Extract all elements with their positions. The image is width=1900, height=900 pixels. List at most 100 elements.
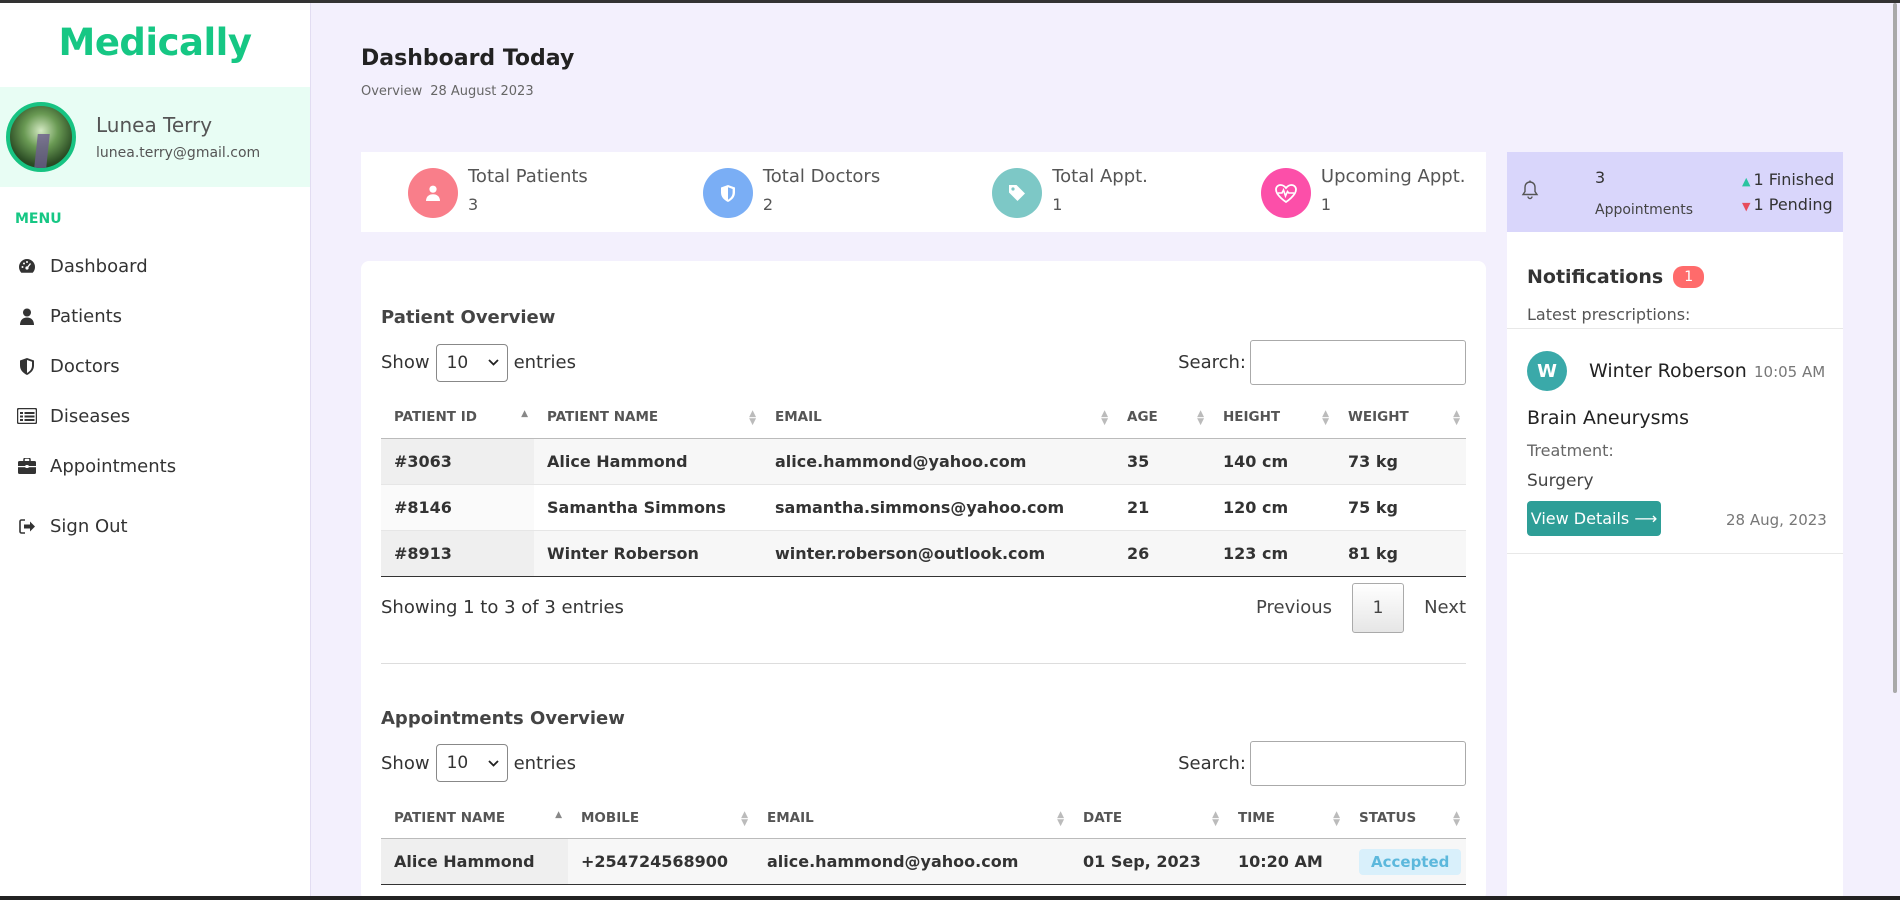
- cell-patient-name: Samantha Simmons: [534, 484, 762, 531]
- sidebar-item-appointments[interactable]: Appointments: [0, 441, 310, 491]
- column-header-mobile[interactable]: MOBILE ▲ ▼: [568, 797, 754, 839]
- next-button[interactable]: Next: [1424, 597, 1466, 618]
- pagination: Previous 1 Next: [1256, 582, 1466, 633]
- cell-age: 26: [1114, 530, 1210, 577]
- column-header-patient-id[interactable]: PATIENT ID ▲: [381, 397, 534, 439]
- column-header-email[interactable]: EMAIL ▲ ▼: [754, 797, 1070, 839]
- menu-label: MENU: [15, 211, 62, 227]
- breadcrumb: Overview 28 August 2023: [361, 84, 542, 99]
- stat-value: 2: [762, 195, 773, 214]
- search-input[interactable]: [1250, 740, 1466, 786]
- column-header-age[interactable]: AGE ▲ ▼: [1114, 397, 1210, 439]
- page-1-button[interactable]: 1: [1352, 582, 1405, 633]
- column-header-date[interactable]: DATE ▲ ▼: [1070, 797, 1225, 839]
- table-row[interactable]: #3063 Alice Hammond alice.hammond@yahoo.…: [381, 438, 1466, 485]
- appointments-summary-card[interactable]: 3 Appointments ▲ 1 Finished ▼ 1 Pending: [1507, 152, 1843, 232]
- cell-time: 10:20 AM: [1225, 838, 1346, 885]
- user-profile[interactable]: Lunea Terry lunea.terry@gmail.com: [0, 87, 310, 187]
- stat-label: Total Appt.: [1052, 166, 1148, 187]
- patient-overview-title: Patient Overview: [381, 307, 556, 328]
- column-header-patient-name[interactable]: PATIENT NAME ▲: [381, 797, 568, 839]
- view-details-button[interactable]: View Details ⟶: [1527, 501, 1661, 536]
- page-size-select[interactable]: 10: [435, 343, 508, 382]
- stat-value: 1: [1052, 195, 1063, 214]
- page-size-select[interactable]: 10: [435, 744, 508, 782]
- patient-search: Search:: [1178, 340, 1466, 385]
- search-label: Search:: [1178, 352, 1246, 373]
- table-row[interactable]: Alice Hammond +254724568900 alice.hammon…: [381, 838, 1466, 885]
- sign-out-button[interactable]: Sign Out: [0, 501, 310, 551]
- show-label: Show: [381, 352, 430, 373]
- right-panel: 3 Appointments ▲ 1 Finished ▼ 1 Pending No…: [1507, 152, 1843, 900]
- breadcrumb-overview[interactable]: Overview: [361, 84, 422, 99]
- column-header-status[interactable]: STATUS ▲ ▼: [1346, 797, 1466, 839]
- sort-icon: ▲ ▼: [1322, 409, 1329, 427]
- column-header-email[interactable]: EMAIL ▲ ▼: [762, 397, 1114, 439]
- column-header-label: STATUS: [1359, 809, 1417, 826]
- cell-weight: 81 kg: [1335, 530, 1466, 577]
- cell-weight: 75 kg: [1335, 484, 1466, 531]
- sidebar-nav: Dashboard Patients Doctors Diseases Appo…: [0, 241, 310, 551]
- column-header-weight[interactable]: WEIGHT ▲ ▼: [1335, 397, 1466, 439]
- sign-out-icon: [16, 517, 38, 535]
- previous-button[interactable]: Previous: [1256, 597, 1332, 618]
- notification-date: 28 Aug, 2023: [1726, 511, 1827, 529]
- column-header-label: DATE: [1083, 809, 1123, 826]
- entries-label: entries: [513, 752, 576, 774]
- shield-icon: [702, 168, 753, 218]
- column-header-label: EMAIL: [775, 409, 822, 426]
- cell-email: alice.hammond@yahoo.com: [754, 838, 1070, 885]
- notification-time: 10:05 AM: [1754, 363, 1826, 381]
- column-header-height[interactable]: HEIGHT ▲ ▼: [1210, 397, 1335, 439]
- stat-total-appt[interactable]: Total Appt. 1: [992, 166, 1148, 218]
- column-header-label: EMAIL: [767, 809, 814, 826]
- stat-upcoming-appt[interactable]: Upcoming Appt. 1: [1260, 166, 1466, 218]
- sort-icon: ▲ ▼: [741, 809, 748, 828]
- appointment-table-controls: Show 10 entries Search:: [381, 740, 1466, 786]
- cell-patient-id: #8146: [381, 484, 534, 531]
- brand-logo[interactable]: Medically: [0, 3, 310, 87]
- column-header-label: PATIENT NAME: [547, 409, 659, 426]
- column-header-label: AGE: [1127, 409, 1158, 426]
- patient-table-footer: Showing 1 to 3 of 3 entries Previous 1 N…: [381, 582, 1466, 633]
- notification-patient-name: Winter Roberson: [1589, 360, 1747, 382]
- search-input[interactable]: [1250, 340, 1466, 385]
- avatar: W: [1527, 351, 1567, 391]
- column-header-label: TIME: [1238, 809, 1275, 826]
- sort-icon: ▲: [521, 409, 528, 419]
- page-scrollbar[interactable]: [1893, 3, 1897, 693]
- pending-count: ▼ 1 Pending: [1742, 195, 1833, 214]
- column-header-time[interactable]: TIME ▲ ▼: [1225, 797, 1346, 839]
- gauge-icon: [16, 257, 38, 275]
- notification-diagnosis: Brain Aneurysms: [1527, 407, 1689, 429]
- profile-email: lunea.terry@gmail.com: [96, 145, 261, 161]
- cell-height: 123 cm: [1210, 530, 1335, 577]
- patient-table-controls: Show 10 entries Search:: [381, 340, 1466, 385]
- cell-patient-id: #8913: [381, 530, 534, 577]
- treatment-value: Surgery: [1527, 471, 1594, 491]
- sidebar-item-patients[interactable]: Patients: [0, 291, 310, 341]
- notification-count-badge: 1: [1673, 266, 1705, 288]
- stat-total-doctors[interactable]: Total Doctors 2: [702, 166, 880, 218]
- sidebar-item-label: Dashboard: [50, 255, 148, 277]
- appointment-search: Search:: [1178, 740, 1466, 786]
- sidebar-item-dashboard[interactable]: Dashboard: [0, 241, 310, 291]
- cell-age: 35: [1114, 438, 1210, 485]
- sidebar-item-doctors[interactable]: Doctors: [0, 341, 310, 391]
- user-icon: [16, 307, 38, 325]
- cell-email: winter.roberson@outlook.com: [762, 530, 1114, 577]
- table-row[interactable]: #8146 Samantha Simmons samantha.simmons@…: [381, 484, 1466, 531]
- stat-total-patients[interactable]: Total Patients 3: [408, 166, 588, 218]
- table-row[interactable]: #8913 Winter Roberson winter.roberson@ou…: [381, 530, 1466, 577]
- latest-prescriptions-label: Latest prescriptions:: [1527, 305, 1691, 324]
- avatar[interactable]: [6, 102, 76, 172]
- caret-down-icon: ▼: [1742, 200, 1751, 213]
- column-header-patient-name[interactable]: PATIENT NAME ▲ ▼: [534, 397, 762, 439]
- sidebar-item-label: Doctors: [50, 355, 120, 377]
- sidebar-item-diseases[interactable]: Diseases: [0, 391, 310, 441]
- cell-patient-name: Alice Hammond: [381, 838, 568, 885]
- stat-label: Upcoming Appt.: [1320, 166, 1466, 187]
- cell-email: alice.hammond@yahoo.com: [762, 438, 1114, 485]
- column-header-label: MOBILE: [581, 809, 640, 826]
- user-icon: [408, 168, 458, 218]
